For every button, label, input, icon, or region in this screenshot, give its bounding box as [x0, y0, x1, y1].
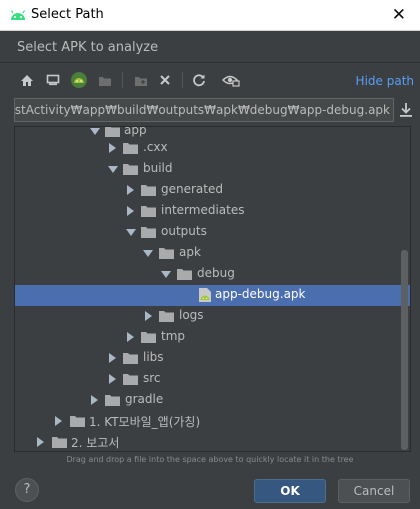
collapse-arrow-icon[interactable] [90, 128, 100, 135]
apk-file-icon [199, 288, 211, 302]
expand-arrow-icon[interactable] [145, 311, 152, 321]
folder-icon [123, 164, 138, 175]
tree-node-build[interactable]: build [15, 159, 410, 180]
path-input-value: e₩JarTestActivity₩app₩build₩outputs₩apk₩… [14, 103, 390, 117]
folder-icon [123, 374, 138, 385]
tree-node-label: build [143, 161, 173, 175]
tree-node-label: apk [179, 245, 201, 259]
tree-node-label: src [143, 371, 161, 385]
refresh-icon[interactable] [188, 69, 210, 91]
expand-arrow-icon[interactable] [109, 374, 116, 384]
expand-arrow-icon[interactable] [55, 416, 62, 426]
tree-node-app-debug-apk[interactable]: app-debug.apk [15, 285, 410, 306]
android-project-icon[interactable] [68, 69, 90, 91]
expand-arrow-icon[interactable] [127, 206, 134, 216]
tree-node-label: debug [197, 266, 235, 280]
tree-node-label: tmp [161, 329, 186, 343]
window-title: Select Path [31, 7, 104, 22]
collapse-arrow-icon[interactable] [108, 166, 118, 173]
toolbar [14, 69, 414, 93]
collapse-arrow-icon[interactable] [161, 271, 171, 278]
tree-node-label: libs [143, 350, 164, 364]
show-hidden-icon[interactable] [220, 69, 242, 91]
folder-icon [141, 206, 156, 217]
tree-node-logs[interactable]: logs [15, 306, 410, 327]
expand-arrow-icon[interactable] [37, 437, 44, 447]
new-folder-icon[interactable] [130, 69, 152, 91]
tree-node-label: intermediates [161, 203, 245, 217]
desktop-icon[interactable] [42, 69, 64, 91]
tree-node-label: .cxx [143, 140, 168, 154]
tree-node-gradle[interactable]: gradle [15, 390, 410, 411]
tree-node-label: 2. 보고서 [71, 436, 120, 450]
tree-node-cxx[interactable]: .cxx [15, 138, 410, 159]
tree-node-kt-mobile-app[interactable]: 1. KT모바일_앱(가칭) [15, 411, 410, 432]
title-bar: Select Path ✕ [0, 0, 420, 31]
tree-node-apk[interactable]: apk [15, 243, 410, 264]
file-tree[interactable]: app .cxx build generated intermediates o… [14, 126, 411, 452]
tree-node-label: 1. KT모바일_앱(가칭) [89, 415, 201, 429]
expand-arrow-icon[interactable] [109, 353, 116, 363]
tree-node-label: app [124, 126, 147, 137]
tree-node-debug[interactable]: debug [15, 264, 410, 285]
android-studio-icon [10, 10, 26, 20]
tree-scrollbar[interactable] [401, 250, 408, 450]
collapse-arrow-icon[interactable] [126, 229, 136, 236]
help-button[interactable]: ? [15, 478, 39, 502]
tree-node-label: gradle [125, 392, 164, 406]
delete-icon[interactable] [154, 69, 176, 91]
tree-node-libs[interactable]: libs [15, 348, 410, 369]
toolbar-separator [182, 72, 183, 88]
tree-node-label: outputs [161, 224, 207, 238]
folder-icon [105, 395, 120, 406]
folder-icon [141, 227, 156, 238]
path-input[interactable]: e₩JarTestActivity₩app₩build₩outputs₩apk₩… [14, 98, 394, 122]
download-icon[interactable] [397, 100, 415, 120]
tree-node-tmp[interactable]: tmp [15, 327, 410, 348]
tree-node-generated[interactable]: generated [15, 180, 410, 201]
folder-icon [123, 353, 138, 364]
expand-arrow-icon[interactable] [127, 332, 134, 342]
collapse-arrow-icon[interactable] [143, 250, 153, 257]
folder-icon [159, 311, 174, 322]
folder-icon [141, 332, 156, 343]
tree-node-report[interactable]: 2. 보고서 [15, 432, 410, 451]
folder-icon [105, 127, 120, 137]
tree-node-intermediates[interactable]: intermediates [15, 201, 410, 222]
folder-icon [123, 143, 138, 154]
folder-icon [177, 269, 192, 280]
tree-node-label: logs [179, 308, 204, 322]
folder-icon [70, 416, 85, 427]
folder-icon [52, 437, 67, 448]
tree-node-label: generated [161, 182, 223, 196]
expand-arrow-icon[interactable] [109, 143, 116, 153]
ok-button[interactable]: OK [254, 479, 326, 503]
tree-node-outputs[interactable]: outputs [15, 222, 410, 243]
tree-node-src[interactable]: src [15, 369, 410, 390]
divider [0, 62, 420, 63]
module-icon[interactable] [94, 69, 116, 91]
toolbar-separator [122, 72, 123, 88]
cancel-button[interactable]: Cancel [338, 479, 410, 503]
close-icon[interactable]: ✕ [392, 5, 406, 25]
home-icon[interactable] [16, 69, 38, 91]
drag-drop-hint: Drag and drop a file into the space abov… [66, 455, 354, 464]
hide-path-link[interactable]: Hide path [356, 74, 414, 88]
expand-arrow-icon[interactable] [127, 185, 134, 195]
expand-arrow-icon[interactable] [91, 395, 98, 405]
tree-node-label: app-debug.apk [215, 287, 306, 301]
dialog-subtitle: Select APK to analyze [17, 40, 159, 55]
folder-icon [159, 248, 174, 259]
folder-icon [141, 185, 156, 196]
